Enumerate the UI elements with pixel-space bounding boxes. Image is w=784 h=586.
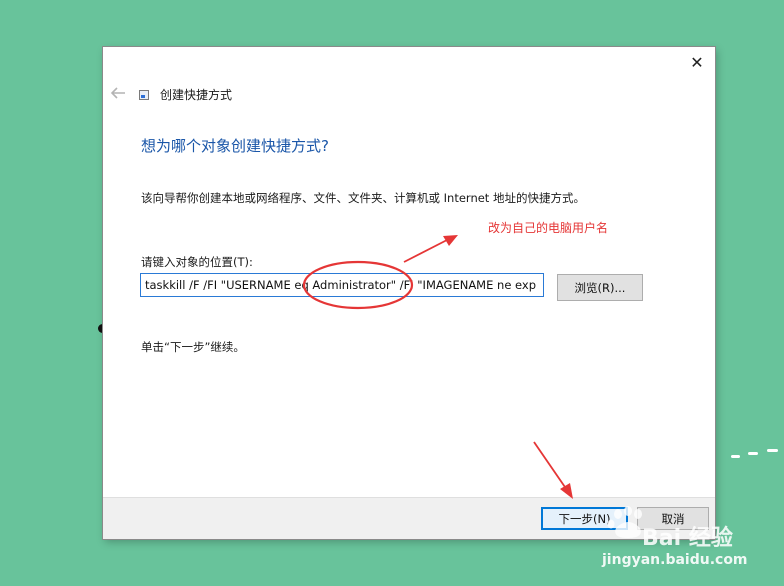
browse-button[interactable]: 浏览(R)... <box>557 274 643 301</box>
continue-hint: 单击“下一步”继续。 <box>141 340 245 354</box>
location-label: 请键入对象的位置(T): <box>141 255 253 269</box>
wizard-description: 该向导帮你创建本地或网络程序、文件、文件夹、计算机或 Internet 地址的快… <box>141 191 585 205</box>
window-title: 创建快捷方式 <box>160 88 233 102</box>
location-input[interactable] <box>140 273 544 297</box>
page-heading: 想为哪个对象创建快捷方式? <box>141 137 329 155</box>
watermark-url: jingyan.baidu.com <box>602 552 748 568</box>
create-shortcut-wizard: ✕ 创建快捷方式 想为哪个对象创建快捷方式? 该向导帮你创建本地或网络程序、文件… <box>103 47 715 539</box>
background-dash <box>748 452 758 455</box>
close-button[interactable]: ✕ <box>687 53 707 73</box>
background-dash <box>767 449 778 452</box>
watermark-brand: Bai 经验 <box>642 526 733 551</box>
annotation-note: 改为自己的电脑用户名 <box>488 221 609 235</box>
shortcut-icon <box>139 90 149 100</box>
back-arrow-icon[interactable] <box>109 85 127 101</box>
background-dash <box>731 455 740 458</box>
